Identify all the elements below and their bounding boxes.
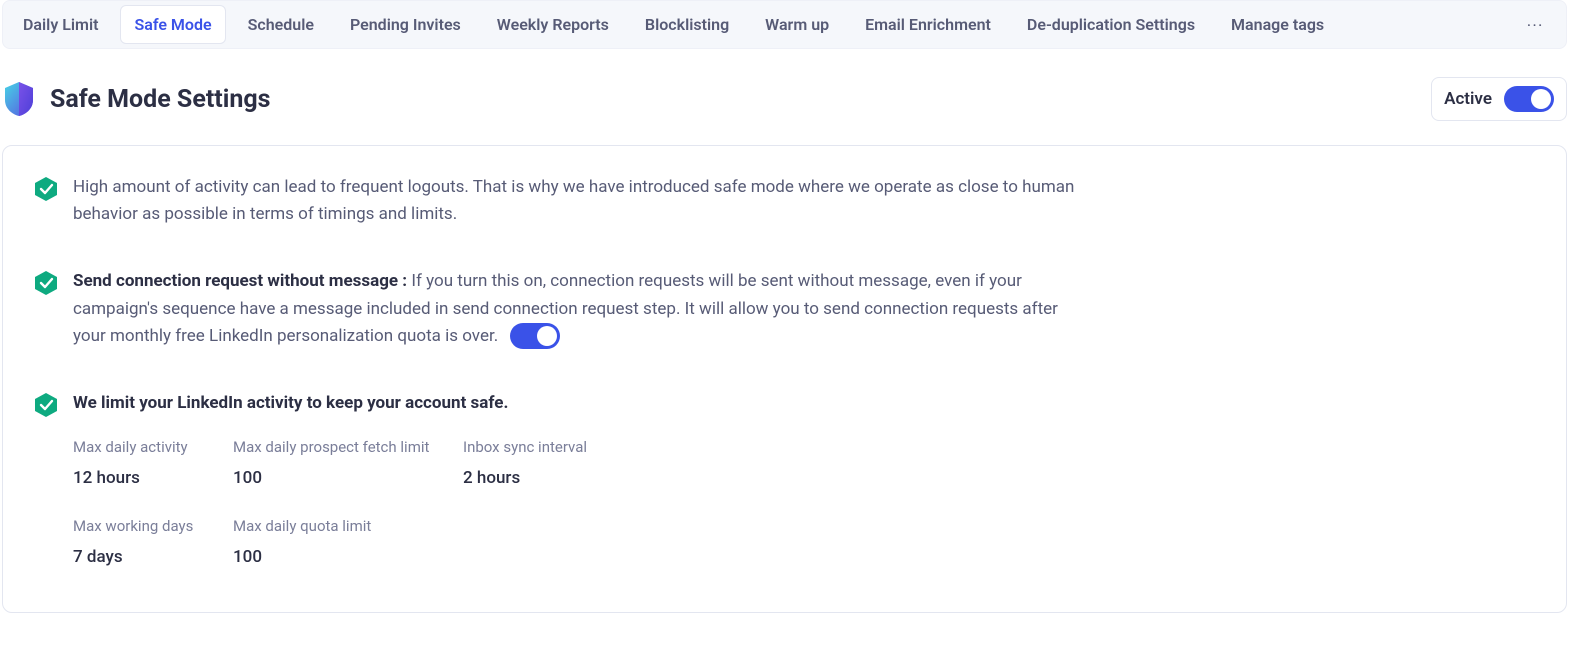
limit-label: Max working days xyxy=(73,514,233,538)
limit-label: Max daily quota limit xyxy=(233,514,463,538)
active-label: Active xyxy=(1444,89,1492,109)
active-status-box: Active xyxy=(1431,77,1567,121)
info-item-limits: We limit your LinkedIn activity to keep … xyxy=(33,390,1536,572)
info-item-no-message: Send connection request without message … xyxy=(33,268,1536,350)
limit-inbox-sync-interval: Inbox sync interval 2 hours xyxy=(463,435,703,492)
shield-icon xyxy=(2,80,36,118)
page-header: Safe Mode Settings Active xyxy=(2,49,1567,145)
intro-text: High amount of activity can lead to freq… xyxy=(73,174,1093,228)
tab-blocklisting[interactable]: Blocklisting xyxy=(631,5,743,44)
limit-value: 2 hours xyxy=(463,465,703,492)
limit-value: 12 hours xyxy=(73,465,233,492)
tab-manage-tags[interactable]: Manage tags xyxy=(1217,5,1338,44)
tab-bar: Daily Limit Safe Mode Schedule Pending I… xyxy=(2,0,1567,49)
no-message-text: Send connection request without message … xyxy=(73,268,1093,350)
limit-label: Max daily activity xyxy=(73,435,233,459)
limit-max-daily-quota: Max daily quota limit 100 xyxy=(233,514,463,571)
limit-value: 100 xyxy=(233,465,463,492)
tab-de-duplication-settings[interactable]: De-duplication Settings xyxy=(1013,5,1209,44)
limit-max-daily-activity: Max daily activity 12 hours xyxy=(73,435,233,492)
limit-value: 7 days xyxy=(73,544,233,571)
limit-max-working-days: Max working days 7 days xyxy=(73,514,233,571)
limit-label: Max daily prospect fetch limit xyxy=(233,435,463,459)
hex-check-icon xyxy=(33,176,59,202)
tab-pending-invites[interactable]: Pending Invites xyxy=(336,5,475,44)
limit-max-daily-prospect-fetch: Max daily prospect fetch limit 100 xyxy=(233,435,463,492)
limit-label: Inbox sync interval xyxy=(463,435,703,459)
tab-daily-limit[interactable]: Daily Limit xyxy=(9,5,112,44)
no-message-toggle[interactable] xyxy=(510,323,560,349)
hex-check-icon xyxy=(33,270,59,296)
limits-grid: Max daily activity 12 hours Max daily pr… xyxy=(73,435,703,571)
tab-warm-up[interactable]: Warm up xyxy=(751,5,843,44)
tab-schedule[interactable]: Schedule xyxy=(234,5,328,44)
limits-heading: We limit your LinkedIn activity to keep … xyxy=(73,390,703,417)
hex-check-icon xyxy=(33,392,59,418)
tab-email-enrichment[interactable]: Email Enrichment xyxy=(851,5,1005,44)
settings-card: High amount of activity can lead to freq… xyxy=(2,145,1567,613)
tab-weekly-reports[interactable]: Weekly Reports xyxy=(483,5,623,44)
active-toggle[interactable] xyxy=(1504,86,1554,112)
tab-safe-mode[interactable]: Safe Mode xyxy=(120,5,225,44)
info-item-intro: High amount of activity can lead to freq… xyxy=(33,174,1536,228)
more-tabs-button[interactable]: ··· xyxy=(1511,8,1560,42)
no-message-bold: Send connection request without message … xyxy=(73,271,411,291)
page-title: Safe Mode Settings xyxy=(50,85,271,114)
limit-value: 100 xyxy=(233,544,463,571)
